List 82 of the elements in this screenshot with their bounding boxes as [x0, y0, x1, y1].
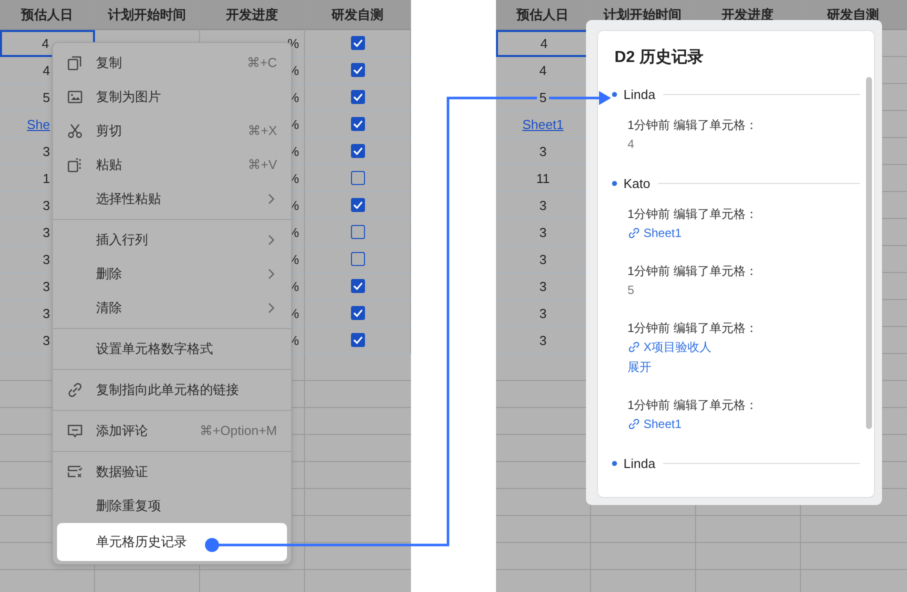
menu-item[interactable]: 插入行列 [57, 223, 287, 257]
table-cell: 3 [42, 278, 50, 294]
column-header: 预估人日 [0, 0, 95, 30]
menu-item[interactable]: 复制指向此单元格的链接 [57, 373, 287, 407]
checkbox[interactable] [350, 225, 364, 239]
checkbox[interactable] [350, 90, 364, 104]
checkbox[interactable] [350, 144, 364, 158]
table-cell: 3 [537, 224, 549, 240]
scissors-icon [67, 123, 83, 139]
checkbox[interactable] [350, 252, 364, 266]
menu-item[interactable]: 删除 [57, 257, 287, 291]
user-name: Linda [624, 86, 656, 102]
edit-description: 1分钟前 编辑了单元格： [628, 320, 759, 337]
table-cell: 3 [537, 252, 549, 266]
checkbox[interactable] [350, 63, 364, 77]
checkbox[interactable] [350, 36, 364, 50]
cell-value: 5 [628, 282, 636, 299]
user-name: Kato [624, 176, 650, 190]
menu-item[interactable]: 单元格历史记录 [57, 523, 287, 561]
comment-icon [67, 423, 83, 439]
table-cell: 1 [42, 170, 50, 186]
table-cell: 4 [538, 36, 550, 51]
table-cell: 3 [42, 198, 50, 212]
checkbox[interactable] [350, 279, 364, 293]
checkbox[interactable] [350, 198, 364, 212]
image-icon [67, 89, 83, 105]
link-icon [628, 418, 640, 430]
table-cell: 5 [42, 90, 50, 104]
column-header: 计划开始时间 [95, 0, 200, 30]
table-cell: 3 [537, 332, 549, 348]
table-cell: 3 [537, 278, 549, 294]
menu-item[interactable]: 选择性粘贴 [57, 182, 287, 216]
menu-item[interactable]: 剪切 ⌘+X [57, 114, 287, 148]
table-cell: 3 [42, 224, 50, 240]
edit-description: 1分钟前 编辑了单元格： [628, 117, 759, 134]
table-cell: 3 [42, 306, 50, 320]
menu-item[interactable]: 粘贴 ⌘+V [57, 148, 287, 182]
link-icon [67, 382, 83, 398]
column-header: 研发自测 [305, 0, 410, 30]
expand-link[interactable]: 展开 [628, 357, 860, 377]
menu-item[interactable]: 复制为图片 [57, 80, 287, 114]
menu-item[interactable]: 添加评论 ⌘+Option+M [57, 414, 287, 448]
edit-description: 1分钟前 编辑了单元格： [628, 263, 759, 280]
menu-item[interactable]: 数据验证 [57, 455, 287, 489]
copy-icon [67, 55, 83, 71]
scrollbar[interactable] [866, 77, 872, 429]
shortcut-label: ⌘+X [248, 123, 277, 139]
table-cell: 3 [537, 198, 549, 212]
table-cell: 3 [537, 144, 549, 158]
checkbox[interactable] [350, 333, 364, 347]
timeline-dot [612, 460, 616, 466]
menu-item[interactable]: 设置单元格数字格式 [57, 332, 287, 366]
panel-title: D2 历史记录 [614, 48, 704, 68]
cell-link[interactable]: Sheet1 [644, 414, 682, 434]
edit-description: 1分钟前 编辑了单元格： [628, 397, 759, 414]
shortcut-label: ⌘+C [247, 55, 277, 71]
paste-icon [67, 157, 83, 173]
cell-link[interactable]: Sheet1 [644, 223, 682, 243]
column-header: 开发进度 [200, 0, 305, 30]
table-cell: 3 [42, 144, 50, 158]
timeline-dot [612, 92, 616, 96]
table-cell: 4 [42, 62, 50, 78]
edit-description: 1分钟前 编辑了单元格： [628, 206, 759, 223]
data-validation-icon [67, 464, 83, 480]
checkbox[interactable] [350, 171, 364, 185]
checkbox[interactable] [350, 306, 364, 320]
checkbox[interactable] [350, 117, 364, 131]
table-cell: 3 [537, 306, 549, 320]
cell-link[interactable]: X项目验收人 [644, 337, 712, 357]
menu-item[interactable]: 删除重复项 [57, 489, 287, 523]
cell-value: 4 [628, 136, 636, 153]
menu-item[interactable]: 清除 [57, 291, 287, 325]
table-cell: 4 [42, 36, 49, 51]
shortcut-label: ⌘+V [248, 157, 277, 173]
link-icon [628, 227, 640, 239]
timeline-dot [612, 180, 616, 186]
table-cell: 3 [42, 332, 50, 348]
link-icon [628, 341, 640, 353]
user-name: Linda [624, 456, 656, 470]
menu-item[interactable]: 复制 ⌘+C [57, 46, 287, 80]
shortcut-label: ⌘+Option+M [200, 423, 277, 439]
table-cell: 3 [42, 252, 50, 266]
